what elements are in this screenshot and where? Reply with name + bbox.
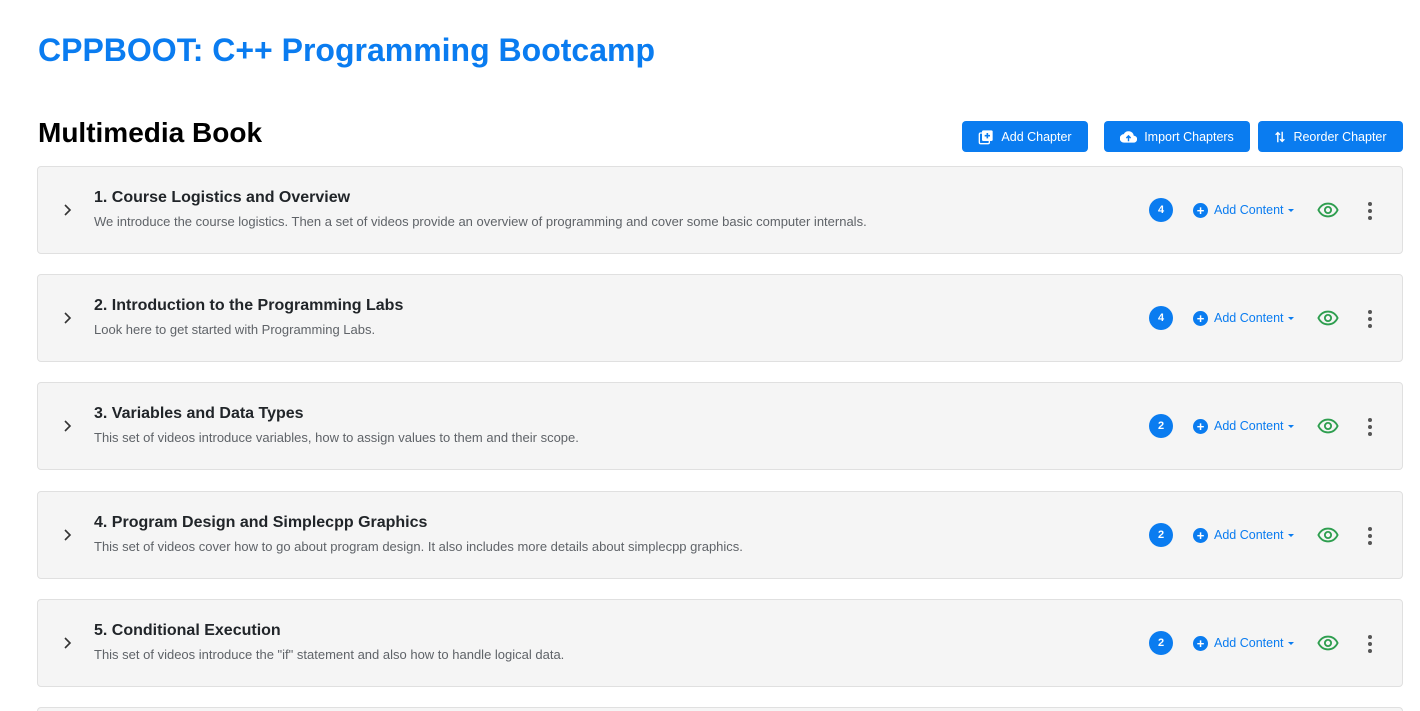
content-count-badge: 4 xyxy=(1149,198,1173,222)
cloud-upload-icon xyxy=(1120,130,1138,143)
chapter-description: This set of videos introduce the "if" st… xyxy=(94,647,565,662)
chapter-description: Look here to get started with Programmin… xyxy=(94,322,376,337)
caret-down-icon xyxy=(1287,316,1294,320)
add-content-label: Add Content xyxy=(1214,636,1284,650)
more-vert-icon[interactable] xyxy=(1363,308,1377,330)
more-vert-icon[interactable] xyxy=(1363,200,1377,222)
more-vert-icon[interactable] xyxy=(1363,416,1377,438)
add-content-label: Add Content xyxy=(1214,203,1284,217)
plus-circle-icon: + xyxy=(1193,635,1208,651)
eye-icon[interactable] xyxy=(1317,308,1339,328)
course-title[interactable]: CPPBOOT: C++ Programming Bootcamp xyxy=(38,30,655,70)
eye-icon[interactable] xyxy=(1317,416,1339,436)
chapter-title[interactable]: 3. Variables and Data Types xyxy=(94,405,304,423)
add-content-dropdown[interactable]: + Add Content xyxy=(1193,416,1294,436)
add-content-label: Add Content xyxy=(1214,419,1284,433)
caret-down-icon xyxy=(1287,641,1294,645)
caret-down-icon xyxy=(1287,208,1294,212)
plus-circle-icon: + xyxy=(1193,310,1208,326)
page: CPPBOOT: C++ Programming Bootcamp Multim… xyxy=(0,0,1420,711)
reorder-chapter-button[interactable]: Reorder Chapter xyxy=(1258,121,1403,152)
add-content-label: Add Content xyxy=(1214,311,1284,325)
chapter-title[interactable]: 1. Course Logistics and Overview xyxy=(94,189,350,207)
add-content-dropdown[interactable]: + Add Content xyxy=(1193,308,1294,328)
chapter-description: We introduce the course logistics. Then … xyxy=(94,214,867,229)
import-chapters-label: Import Chapters xyxy=(1144,129,1234,144)
plus-circle-icon: + xyxy=(1193,527,1208,543)
eye-icon[interactable] xyxy=(1317,525,1339,545)
content-count-badge: 2 xyxy=(1149,631,1173,655)
plus-circle-icon: + xyxy=(1193,418,1208,434)
content-count-badge: 2 xyxy=(1149,414,1173,438)
chevron-right-icon[interactable] xyxy=(60,527,74,543)
library-add-icon xyxy=(979,129,994,144)
page-title: Multimedia Book xyxy=(38,117,263,148)
add-content-label: Add Content xyxy=(1214,528,1284,542)
plus-circle-icon: + xyxy=(1193,202,1208,218)
add-chapter-button[interactable]: Add Chapter xyxy=(962,121,1088,152)
chevron-right-icon[interactable] xyxy=(60,635,74,651)
chapter-title[interactable]: 4. Program Design and Simplecpp Graphics xyxy=(94,514,427,532)
caret-down-icon xyxy=(1287,424,1294,428)
chevron-right-icon[interactable] xyxy=(60,310,74,326)
chapter-card-partial xyxy=(37,707,1403,711)
eye-icon[interactable] xyxy=(1317,200,1339,220)
add-content-dropdown[interactable]: + Add Content xyxy=(1193,200,1294,220)
chapter-description: This set of videos introduce variables, … xyxy=(94,430,579,445)
swap-vertical-icon xyxy=(1275,131,1286,142)
chapter-card[interactable]: 5. Conditional Execution This set of vid… xyxy=(37,599,1403,687)
chapter-title[interactable]: 5. Conditional Execution xyxy=(94,622,281,640)
chapter-description: This set of videos cover how to go about… xyxy=(94,539,743,554)
add-content-dropdown[interactable]: + Add Content xyxy=(1193,525,1294,545)
chapter-card[interactable]: 4. Program Design and Simplecpp Graphics… xyxy=(37,491,1403,579)
chapter-card[interactable]: 2. Introduction to the Programming Labs … xyxy=(37,274,1403,362)
add-content-dropdown[interactable]: + Add Content xyxy=(1193,633,1294,653)
caret-down-icon xyxy=(1287,533,1294,537)
content-count-badge: 4 xyxy=(1149,306,1173,330)
chapter-card[interactable]: 3. Variables and Data Types This set of … xyxy=(37,382,1403,470)
add-chapter-label: Add Chapter xyxy=(1001,129,1072,144)
chevron-right-icon[interactable] xyxy=(60,202,74,218)
chevron-right-icon[interactable] xyxy=(60,418,74,434)
content-count-badge: 2 xyxy=(1149,523,1173,547)
import-chapters-button[interactable]: Import Chapters xyxy=(1104,121,1250,152)
eye-icon[interactable] xyxy=(1317,633,1339,653)
more-vert-icon[interactable] xyxy=(1363,633,1377,655)
more-vert-icon[interactable] xyxy=(1363,525,1377,547)
chapter-card[interactable]: 1. Course Logistics and Overview We intr… xyxy=(37,166,1403,254)
reorder-chapter-label: Reorder Chapter xyxy=(1293,129,1387,144)
chapter-title[interactable]: 2. Introduction to the Programming Labs xyxy=(94,297,403,315)
